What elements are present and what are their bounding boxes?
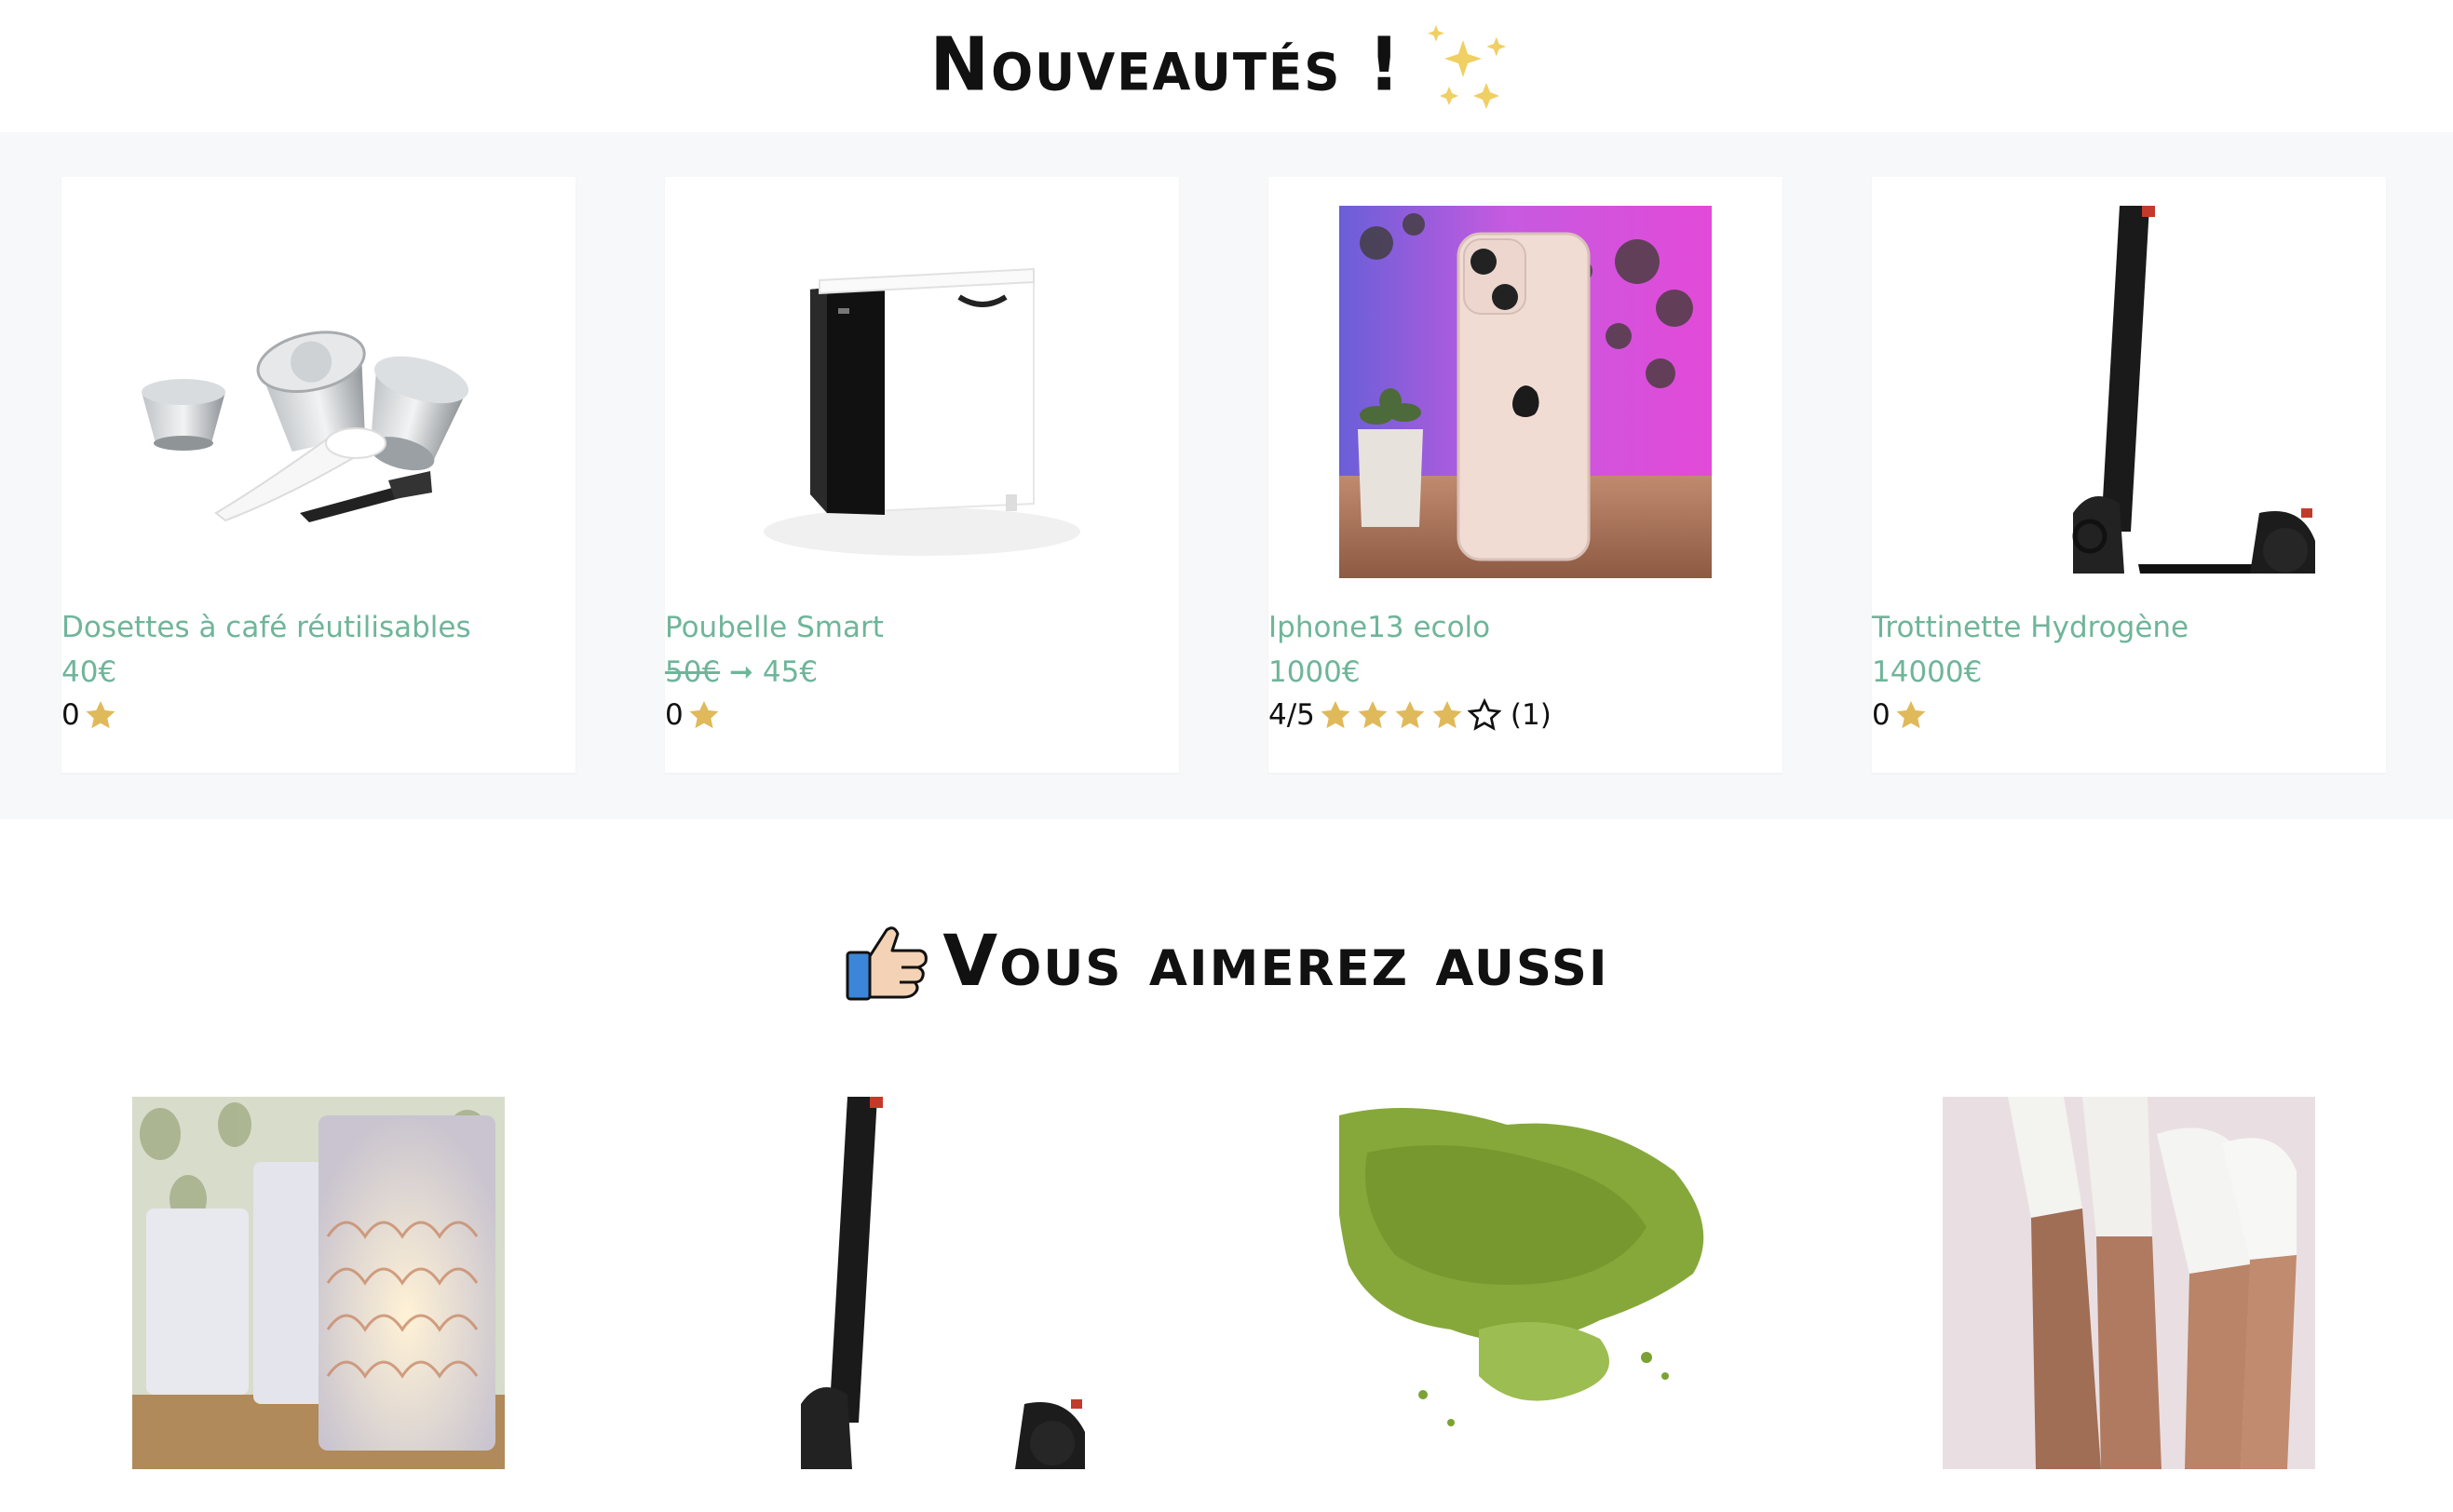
rating-value: 0 [61,698,80,732]
product-card[interactable]: Dosettes à café réutilisables 40€ 0 [61,177,576,773]
star-filled-icon [86,701,115,729]
candle-lantern-image[interactable] [132,1097,505,1469]
product-rating: 0 [665,698,721,732]
product-image-scooter[interactable] [1872,205,2386,579]
socks-image[interactable] [1943,1097,2315,1469]
rating-value: 4/5 [1268,698,1315,732]
section-heading-also: Vous aimerez aussi [0,909,2453,1011]
product-price: 40€ [61,655,117,689]
product-card[interactable]: Trottinette Hydrogène 14000€ 0 [1872,177,2386,773]
star-filled-icon [1432,701,1462,729]
rating-value: 0 [665,698,684,732]
product-image-smart-bin[interactable] [665,205,1179,579]
new-price: 45€ [762,655,819,689]
star-filled-icon [689,701,719,729]
review-count: (1) [1510,698,1552,732]
product-image-iphone[interactable] [1268,205,1782,579]
star-filled-icon [1358,701,1388,729]
product-price: 14000€ [1872,655,1983,689]
product-name[interactable]: Trottinette Hydrogène [1872,611,2189,644]
section-heading-new: Nouveautés ! [0,17,2453,110]
product-rating: 4/5 (1) [1268,698,1552,732]
product-price: 1000€ [1268,655,1361,689]
old-price: 50€ [665,655,721,689]
product-name[interactable]: Iphone13 ecolo [1268,611,1490,644]
product-name[interactable]: Poubelle Smart [665,611,884,644]
product-rating: 0 [61,698,117,732]
product-image-coffee-capsules[interactable] [61,205,576,579]
thumbs-up-icon [846,926,928,1001]
star-filled-icon [1321,701,1350,729]
star-filled-icon [1896,701,1926,729]
scooter-image[interactable] [736,1097,1108,1469]
rating-value: 0 [1872,698,1891,732]
product-price: 50€ ➞ 45€ [665,655,818,689]
sparkles-icon [1427,25,1506,109]
star-filled-icon [1395,701,1425,729]
product-rating: 0 [1872,698,1928,732]
arrow-icon: ➞ [729,655,754,689]
section-title: Vous aimerez aussi [942,918,1609,1002]
product-card[interactable]: Iphone13 ecolo 1000€ 4/5 (1) [1268,177,1782,773]
product-card[interactable]: Poubelle Smart 50€ ➞ 45€ 0 [665,177,1179,773]
matcha-powder-image[interactable] [1339,1097,1712,1469]
star-empty-icon [1467,698,1501,731]
product-name[interactable]: Dosettes à café réutilisables [61,611,471,644]
page: Nouveautés ! Dosettes à café réutilisabl… [0,0,2453,1512]
section-title: Nouveautés ! [929,20,1403,107]
